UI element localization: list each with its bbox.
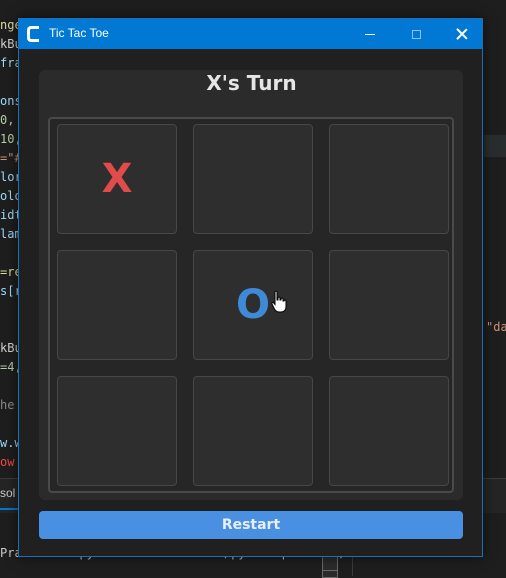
hand-cursor-icon [271, 290, 287, 313]
board-cell-1-2[interactable] [193, 124, 313, 234]
background-panel-tab[interactable]: sol [0, 486, 15, 500]
board-cell-2-1[interactable] [57, 250, 177, 360]
tic-tac-toe-window: Tic Tac Toe X's Turn X O Restart [18, 18, 483, 557]
board-cell-3-3[interactable] [329, 376, 449, 486]
background-code-line: 0, [0, 113, 15, 127]
cell-mark: X [101, 156, 133, 202]
background-scroll-widget-2 [322, 570, 338, 578]
window-title: Tic Tac Toe [49, 26, 109, 40]
maximize-icon [411, 29, 421, 39]
board-cell-2-3[interactable] [329, 250, 449, 360]
board-cell-1-1[interactable]: X [57, 124, 177, 234]
board-cell-1-3[interactable] [329, 124, 449, 234]
background-panel-strip [484, 135, 506, 157]
minimize-button[interactable] [347, 19, 393, 49]
title-bar[interactable]: Tic Tac Toe [19, 19, 482, 49]
game-board: X O [48, 117, 454, 493]
close-icon [456, 28, 468, 40]
turn-label: X's Turn [206, 71, 297, 95]
background-code-line: ow [0, 455, 15, 469]
board-cell-3-2[interactable] [193, 376, 313, 486]
app-c-icon [27, 26, 39, 42]
maximize-button[interactable] [393, 19, 439, 49]
cell-mark: O [235, 282, 270, 328]
board-cell-2-2[interactable]: O [193, 250, 313, 360]
restart-button[interactable]: Restart [39, 511, 463, 539]
minimize-icon [365, 33, 375, 35]
background-tab-indicator [0, 508, 20, 510]
background-code-line: he [0, 398, 15, 412]
board-cell-3-1[interactable] [57, 376, 177, 486]
close-button[interactable] [439, 19, 485, 49]
background-code-fragment: "da [486, 320, 506, 334]
